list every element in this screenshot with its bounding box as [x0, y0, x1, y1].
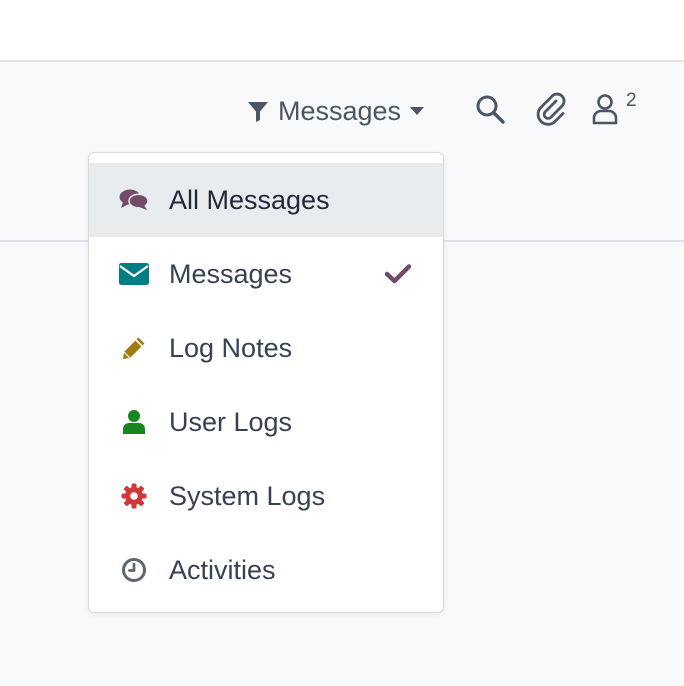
menu-item-messages[interactable]: Messages: [89, 237, 443, 311]
pencil-icon: [119, 311, 149, 385]
menu-item-label: Activities: [169, 554, 276, 585]
menu-item-all-messages[interactable]: All Messages: [89, 163, 443, 237]
filter-label: Messages: [278, 95, 402, 126]
message-filter-menu: All Messages Messages Log Notes User Log…: [88, 152, 444, 613]
user-icon: [119, 385, 149, 459]
filter-icon: [246, 99, 270, 123]
menu-item-label: Log Notes: [169, 332, 293, 363]
clock-icon: [119, 533, 149, 607]
comments-icon: [119, 163, 149, 237]
paperclip-icon: [534, 91, 568, 132]
top-bar: [0, 0, 684, 62]
followers-button[interactable]: [590, 88, 620, 134]
menu-item-activities[interactable]: Activities: [89, 533, 443, 607]
search-button[interactable]: [474, 88, 506, 134]
message-filter-dropdown-button[interactable]: Messages: [246, 88, 425, 134]
gear-icon: [119, 459, 149, 533]
followers-count-badge: 2: [626, 90, 637, 111]
menu-item-user-logs[interactable]: User Logs: [89, 385, 443, 459]
menu-item-log-notes[interactable]: Log Notes: [89, 311, 443, 385]
check-icon: [385, 237, 411, 311]
menu-item-label: Messages: [169, 258, 293, 289]
envelope-icon: [119, 237, 149, 311]
search-icon: [474, 93, 506, 130]
menu-item-label: System Logs: [169, 480, 326, 511]
user-icon: [590, 92, 620, 131]
chatter-toolbar: Messages: [0, 88, 684, 134]
menu-item-system-logs[interactable]: System Logs: [89, 459, 443, 533]
caret-down-icon: [409, 106, 425, 116]
attachments-button[interactable]: [534, 88, 568, 134]
menu-item-label: All Messages: [169, 184, 330, 215]
menu-item-label: User Logs: [169, 406, 293, 437]
